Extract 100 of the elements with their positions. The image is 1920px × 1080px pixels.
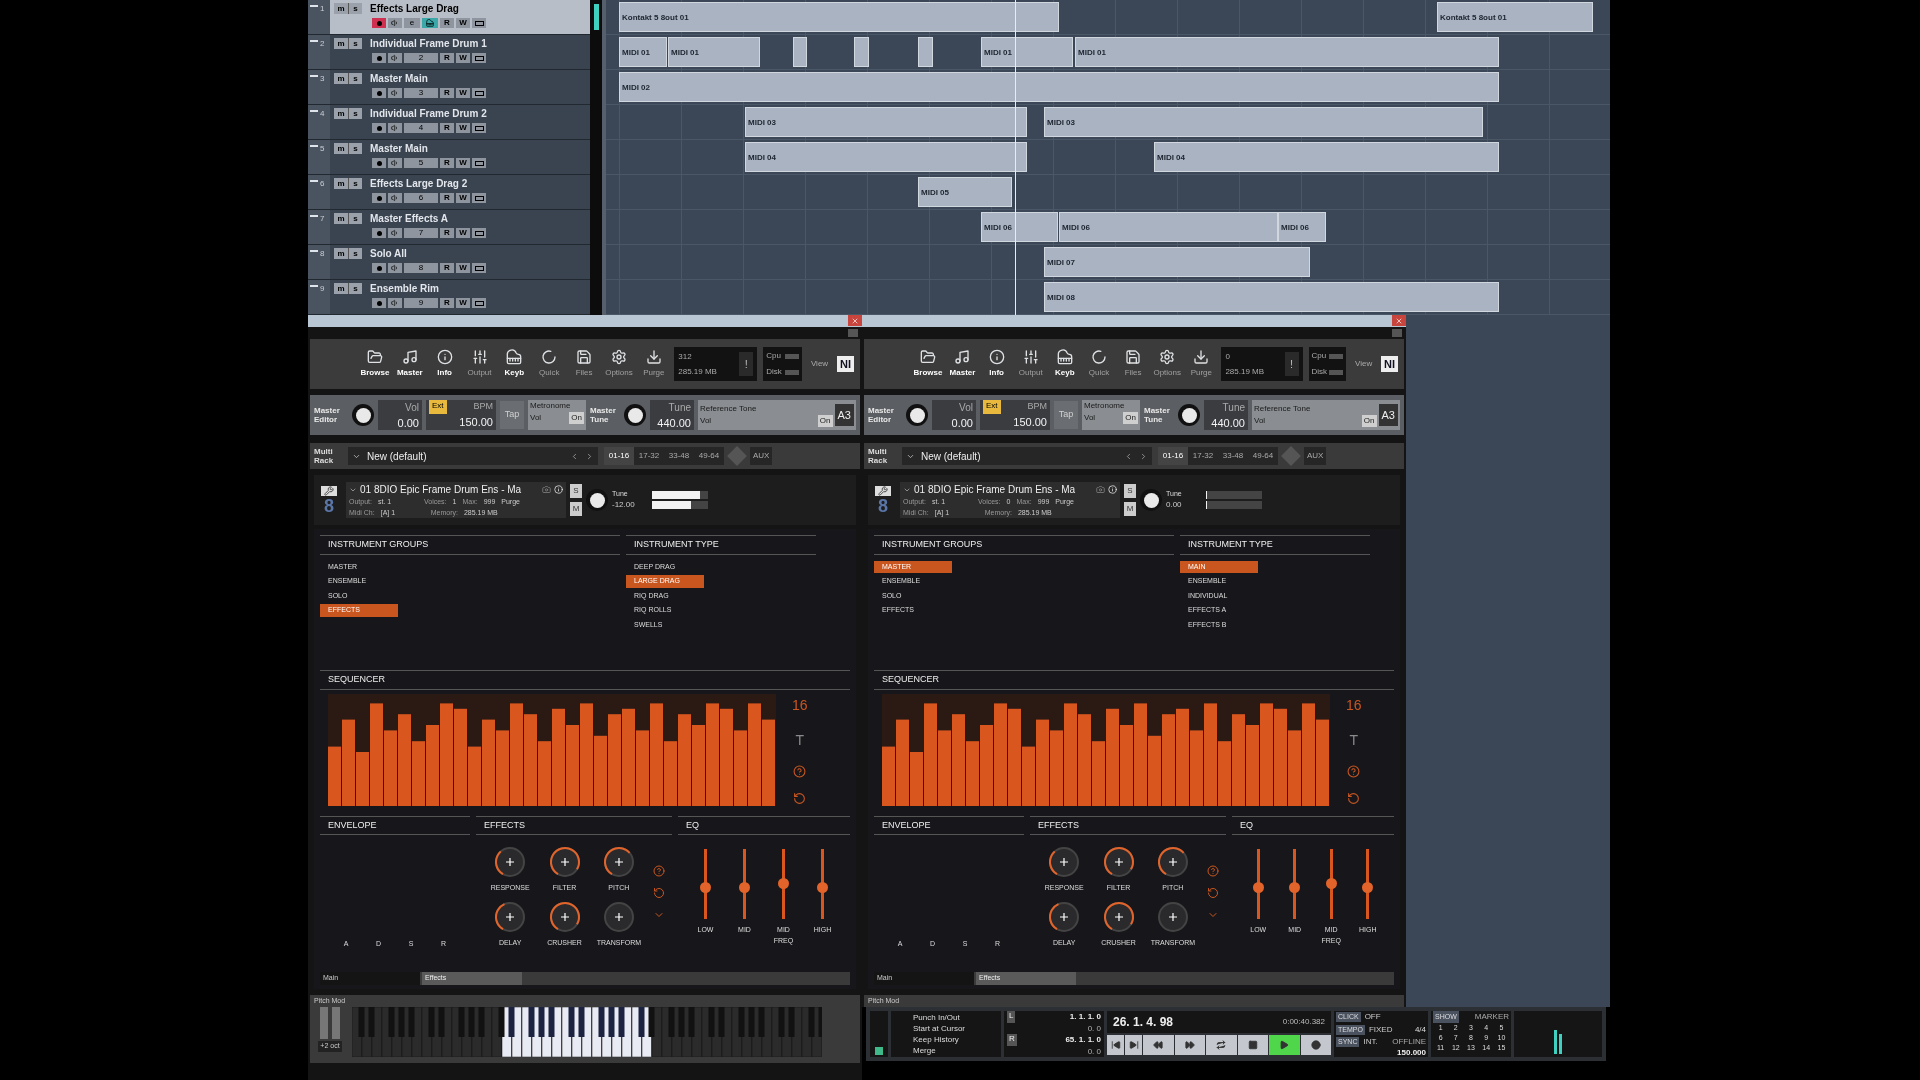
- solo-button[interactable]: s: [348, 178, 362, 189]
- solo-button[interactable]: s: [348, 3, 362, 14]
- knob[interactable]: [547, 845, 582, 879]
- info-icon[interactable]: [554, 485, 563, 494]
- toolbar-button[interactable]: Browse: [360, 349, 390, 379]
- midi-clip[interactable]: MIDI 07: [1044, 247, 1310, 277]
- transport-button[interactable]: [1269, 1035, 1300, 1055]
- read-button[interactable]: R: [440, 53, 454, 63]
- keyboard-button[interactable]: [422, 18, 438, 28]
- preset-selector[interactable]: New (default): [902, 447, 1152, 465]
- mute-button[interactable]: m: [334, 248, 348, 259]
- toolbar-button[interactable]: Keyb: [1050, 349, 1079, 379]
- track-row[interactable]: 1 m s Effects Large Drag e R W: [308, 0, 590, 35]
- record-button[interactable]: [372, 123, 386, 133]
- knob[interactable]: [1140, 489, 1162, 511]
- solo-button[interactable]: s: [348, 108, 362, 119]
- info-icon[interactable]: [1108, 485, 1117, 494]
- reset-icon[interactable]: [1347, 791, 1361, 805]
- sequencer-bars-drawing[interactable]: [328, 693, 776, 806]
- mute-button[interactable]: m: [334, 73, 348, 84]
- write-button[interactable]: W: [456, 263, 470, 273]
- transport-button[interactable]: [1206, 1035, 1237, 1055]
- channel-button[interactable]: 4: [404, 123, 438, 133]
- toolbar-button[interactable]: Keyb: [499, 349, 529, 379]
- metronome-on-button[interactable]: On: [569, 412, 584, 424]
- eq-slider-thumb[interactable]: [817, 881, 828, 893]
- write-button[interactable]: W: [456, 18, 470, 28]
- eq-slider-thumb[interactable]: [1362, 881, 1374, 893]
- locator-button[interactable]: L: [1007, 1011, 1016, 1024]
- knob[interactable]: [352, 404, 374, 426]
- knob[interactable]: [1155, 845, 1190, 879]
- mute-button[interactable]: m: [334, 178, 348, 189]
- option-label[interactable]: Punch In/Out: [913, 1012, 1001, 1023]
- solo-button[interactable]: S: [570, 484, 582, 498]
- piano-keyboard[interactable]: [352, 1007, 822, 1057]
- midi-clip[interactable]: MIDI 04: [1154, 142, 1499, 172]
- midi-clip[interactable]: MIDI 06: [1059, 212, 1278, 242]
- knob[interactable]: [586, 489, 608, 511]
- midi-clip[interactable]: MIDI 03: [745, 107, 1027, 137]
- transport-button[interactable]: [1237, 1035, 1269, 1055]
- aux-button[interactable]: AUX: [750, 447, 773, 465]
- locator-button[interactable]: R: [1007, 1034, 1017, 1047]
- help-icon[interactable]: [653, 865, 666, 877]
- knob[interactable]: [1101, 899, 1136, 934]
- channel-button[interactable]: 8: [404, 263, 438, 273]
- monitor-button[interactable]: [388, 193, 402, 203]
- close-button[interactable]: [848, 315, 862, 326]
- midi-clip[interactable]: MIDI 06: [1278, 212, 1326, 242]
- track-row[interactable]: 8 m s Solo All 8 R W: [308, 245, 590, 280]
- knob[interactable]: [493, 899, 528, 934]
- mute-button[interactable]: m: [334, 283, 348, 294]
- midi-clip[interactable]: MIDI 04: [745, 142, 1027, 172]
- record-button[interactable]: [372, 298, 386, 308]
- next-icon[interactable]: [585, 451, 594, 461]
- record-button[interactable]: [372, 228, 386, 238]
- reset-icon[interactable]: [793, 791, 807, 805]
- track-row[interactable]: 2 m s Individual Frame Drum 1 2 R W: [308, 35, 590, 70]
- toolbar-button[interactable]: Browse: [913, 349, 943, 379]
- rack-page-tab[interactable]: 17-32: [634, 447, 664, 465]
- write-button[interactable]: W: [456, 228, 470, 238]
- read-button[interactable]: R: [440, 88, 454, 98]
- write-button[interactable]: W: [456, 88, 470, 98]
- help-icon[interactable]: [1207, 865, 1220, 877]
- record-button[interactable]: [372, 88, 386, 98]
- read-button[interactable]: R: [440, 193, 454, 203]
- knob[interactable]: [547, 899, 582, 934]
- reset-icon[interactable]: [653, 887, 666, 899]
- lane-button[interactable]: [472, 158, 486, 168]
- transport-button[interactable]: [1174, 1035, 1206, 1055]
- tap-button[interactable]: Tap: [500, 401, 524, 429]
- rack-page-tab[interactable]: 49-64: [1248, 447, 1278, 465]
- track-row[interactable]: 5 m s Master Main 5 R W: [308, 140, 590, 175]
- lane-button[interactable]: [472, 298, 486, 308]
- read-button[interactable]: R: [440, 263, 454, 273]
- mute-button[interactable]: m: [334, 213, 348, 224]
- view-button[interactable]: View: [1352, 358, 1375, 370]
- rack-page-tab[interactable]: 01-16: [1158, 447, 1188, 465]
- channel-button[interactable]: 2: [404, 53, 438, 63]
- sequencer-bars-drawing[interactable]: [882, 693, 1330, 806]
- transport-button[interactable]: [1125, 1035, 1143, 1055]
- toolbar-button[interactable]: Master: [395, 349, 425, 379]
- mute-button[interactable]: m: [334, 38, 348, 49]
- option-label[interactable]: Start at Cursor: [913, 1023, 1001, 1034]
- channel-button[interactable]: 9: [404, 298, 438, 308]
- transport-button[interactable]: [1107, 1035, 1125, 1055]
- solo-button[interactable]: s: [348, 213, 362, 224]
- knob[interactable]: [601, 845, 636, 879]
- knob[interactable]: [1101, 845, 1136, 879]
- lane-button[interactable]: [472, 228, 486, 238]
- rack-page-tab[interactable]: 33-48: [1218, 447, 1248, 465]
- lane-button[interactable]: [472, 53, 486, 63]
- aux-button[interactable]: AUX: [1304, 447, 1327, 465]
- channel-button[interactable]: 5: [404, 158, 438, 168]
- camera-icon[interactable]: [1096, 485, 1105, 494]
- solo-button[interactable]: S: [1124, 484, 1136, 498]
- solo-button[interactable]: s: [348, 143, 362, 154]
- transport-button[interactable]: [1300, 1035, 1331, 1055]
- solo-button[interactable]: s: [348, 73, 362, 84]
- track-row[interactable]: 7 m s Master Effects A 7 R W: [308, 210, 590, 245]
- monitor-button[interactable]: [388, 263, 402, 273]
